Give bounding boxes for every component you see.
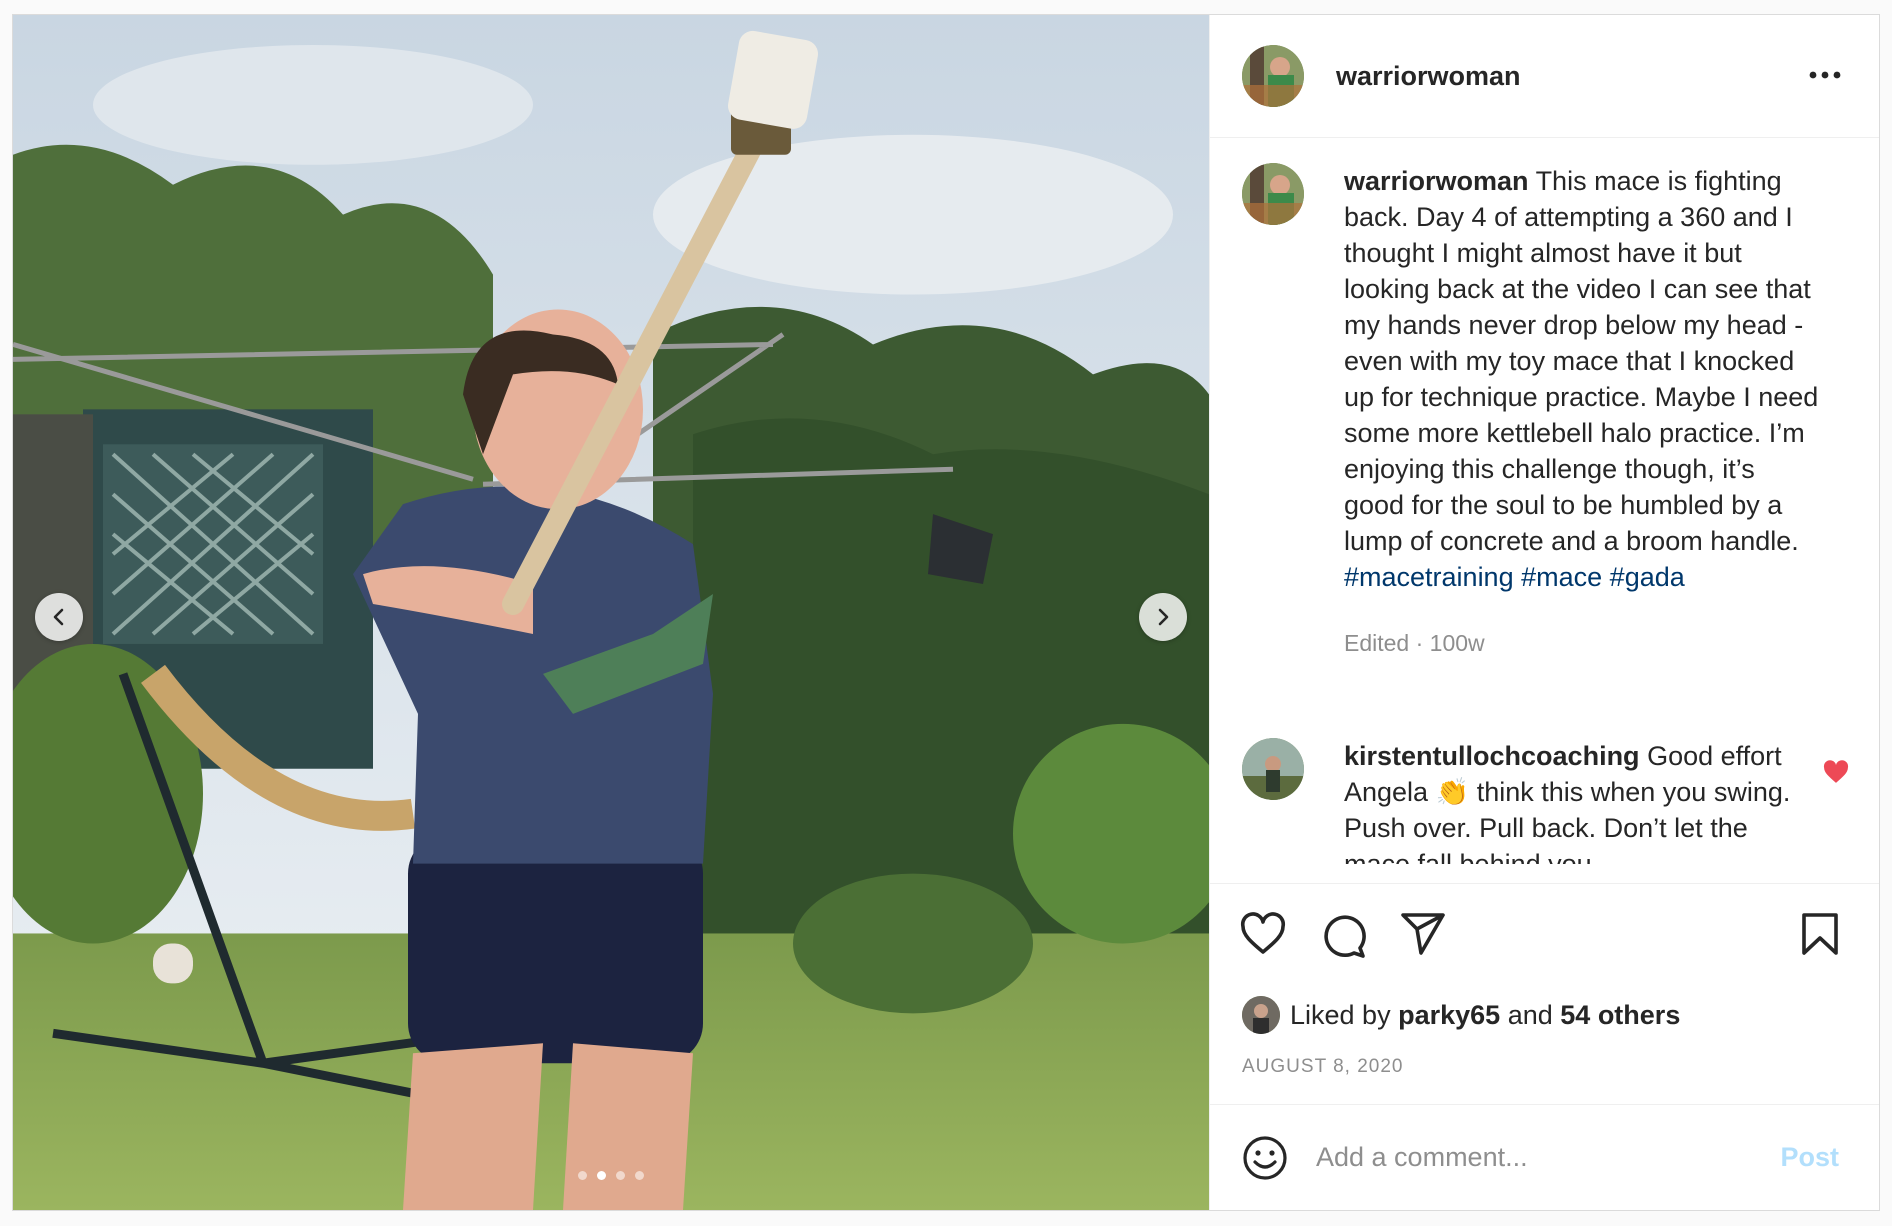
chevron-left-icon	[53, 608, 64, 626]
share-icon	[1401, 913, 1445, 955]
caption-username[interactable]: warriorwoman	[1344, 166, 1529, 196]
emoji-icon[interactable]	[1242, 1135, 1288, 1181]
caption: warriorwoman This mace is fighting back.…	[1242, 163, 1849, 661]
previous-slide-button[interactable]	[35, 593, 83, 641]
caption-text: This mace is fighting back. Day 4 of att…	[1344, 166, 1819, 556]
liker-avatar[interactable]	[1242, 996, 1280, 1034]
post-side-panel: warriorwoman warriorwoman This mace is f…	[1209, 15, 1879, 1210]
caption-hashtags: #macetraining #mace #gada	[1344, 559, 1820, 595]
slide-dot	[635, 1171, 644, 1180]
more-horizontal-icon[interactable]	[1805, 62, 1845, 88]
comment-body: kirstentullochcoaching Good effort Angel…	[1344, 738, 1820, 864]
share-button[interactable]	[1400, 912, 1446, 956]
author-avatar[interactable]	[1242, 45, 1304, 107]
bookmark-icon	[1802, 913, 1838, 955]
save-button[interactable]	[1800, 912, 1840, 956]
author-username[interactable]: warriorwoman	[1336, 61, 1521, 92]
slide-dot	[578, 1171, 587, 1180]
like-button[interactable]	[1240, 912, 1286, 956]
post-media[interactable]	[13, 15, 1209, 1210]
hashtag-link[interactable]: #macetraining	[1344, 562, 1514, 592]
slide-indicator	[13, 1171, 1209, 1180]
post-photo	[13, 15, 1209, 1210]
comment-icon	[1324, 915, 1366, 958]
post-card: warriorwoman warriorwoman This mace is f…	[12, 14, 1880, 1211]
heart-icon	[1240, 912, 1286, 954]
hashtag-link[interactable]: #mace	[1521, 562, 1602, 592]
caption-avatar[interactable]	[1242, 163, 1304, 225]
next-slide-button[interactable]	[1139, 593, 1187, 641]
action-bar: Liked by parky65 and 54 others AUGUST 8,…	[1210, 883, 1879, 1122]
slide-dot	[597, 1171, 606, 1180]
comment-item: kirstentullochcoaching Good effort Angel…	[1242, 738, 1849, 864]
add-comment-bar: Post	[1210, 1104, 1879, 1210]
caption-body: warriorwoman This mace is fighting back.…	[1344, 163, 1820, 661]
liked-by: Liked by parky65 and 54 others	[1242, 996, 1680, 1034]
post-header: warriorwoman	[1210, 15, 1879, 138]
commenter-avatar[interactable]	[1242, 738, 1304, 800]
hashtag-link[interactable]: #gada	[1610, 562, 1685, 592]
caption-meta: Edited · 100w	[1344, 630, 1485, 656]
liked-by-others[interactable]: 54 others	[1560, 1000, 1680, 1031]
liked-by-user[interactable]: parky65	[1398, 1000, 1500, 1031]
liked-by-prefix: Liked by	[1290, 999, 1391, 1030]
comments-list[interactable]: warriorwoman This mace is fighting back.…	[1210, 138, 1879, 883]
slide-dot	[616, 1171, 625, 1180]
comment-button[interactable]	[1320, 912, 1366, 958]
chevron-right-icon	[1158, 608, 1169, 626]
comment-input[interactable]	[1314, 1141, 1748, 1174]
comment-like-heart-icon[interactable]	[1823, 760, 1849, 784]
comment-username[interactable]: kirstentullochcoaching	[1344, 741, 1640, 771]
post-comment-button[interactable]: Post	[1774, 1141, 1845, 1174]
post-date[interactable]: AUGUST 8, 2020	[1242, 1056, 1404, 1078]
liked-by-joiner: and	[1507, 999, 1553, 1030]
